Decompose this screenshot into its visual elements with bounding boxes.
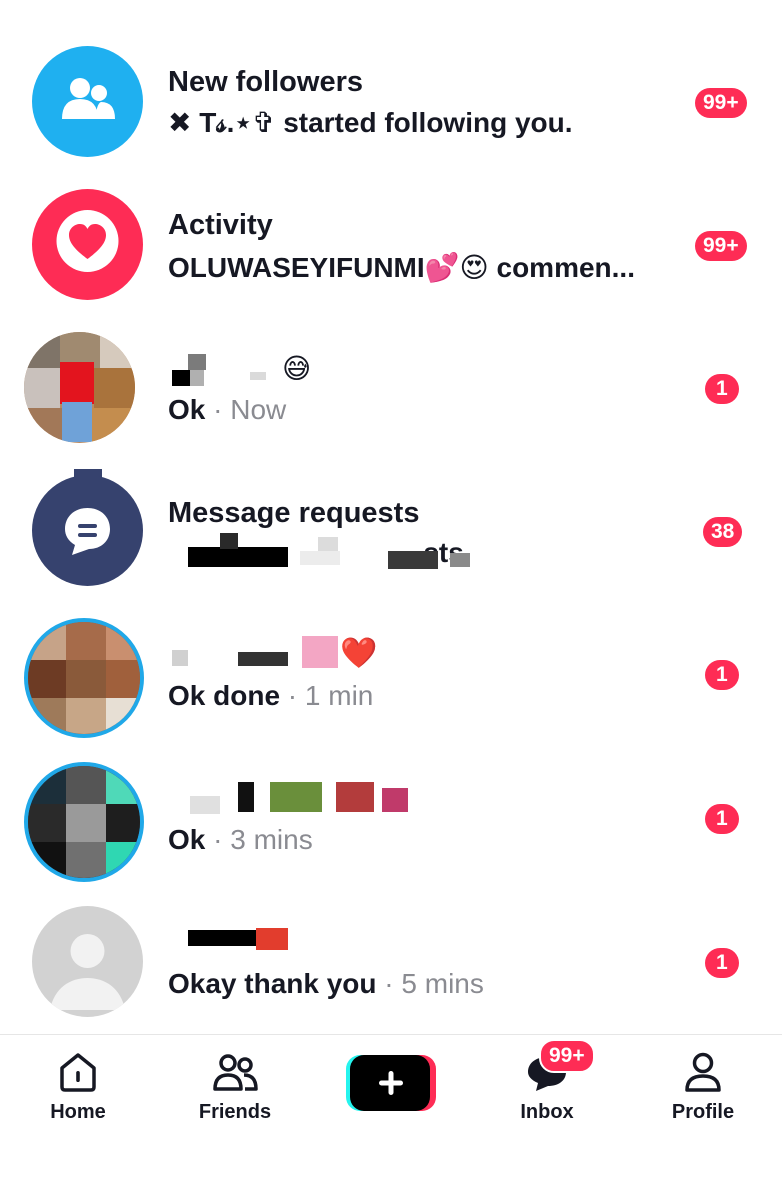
unread-badge: 1: [705, 948, 739, 978]
redacted-name: [256, 928, 288, 950]
message-text: Ok done: [168, 680, 281, 711]
redacted-subtitle: [388, 551, 438, 569]
redacted-name: [188, 354, 206, 370]
nav-friends-label: Friends: [198, 1101, 272, 1123]
message-requests-avatar: [32, 475, 143, 586]
new-followers-avatar: [32, 46, 143, 157]
message-text: Ok: [168, 394, 206, 425]
default-avatar: [32, 906, 143, 1017]
separator: ·: [287, 680, 298, 711]
row-title: Activity: [168, 209, 273, 241]
profile-icon: [685, 1052, 721, 1092]
separator: ·: [384, 968, 394, 999]
redacted-name: [172, 370, 190, 386]
redacted-name: [188, 930, 260, 946]
unread-badge: 1: [705, 804, 739, 834]
chat-avatar: [24, 618, 144, 738]
redacted-name: [190, 796, 220, 814]
create-button-shape: [346, 1055, 436, 1111]
plus-icon: [379, 1071, 403, 1095]
redacted-name: [382, 788, 408, 812]
chat-bubble-icon: [65, 508, 110, 555]
chat-row[interactable]: Ok · 3 mins 1: [0, 762, 782, 905]
heart-icon: [56, 210, 119, 272]
redacted-subtitle: [300, 551, 340, 565]
redacted-name: [238, 652, 288, 666]
nav-home[interactable]: Home: [18, 1049, 138, 1124]
redacted-subtitle: [318, 537, 338, 551]
separator: ·: [213, 394, 223, 425]
unread-badge: 99+: [695, 231, 747, 261]
redacted-name: [302, 636, 338, 668]
message-time: Now: [230, 394, 287, 425]
redacted-name: [250, 372, 266, 380]
message-preview: Ok done · 1 min: [168, 680, 373, 712]
message-time: 3 mins: [230, 824, 313, 855]
redacted-subtitle: [188, 547, 288, 567]
activity-avatar: [32, 189, 143, 300]
redacted-name: [190, 370, 204, 386]
message-preview: Ok · 3 mins: [168, 824, 313, 856]
unread-badge: 99+: [695, 88, 747, 118]
row-title: Message requests: [168, 497, 420, 529]
nav-inbox[interactable]: 99+ Inbox: [487, 1039, 607, 1124]
message-time: 5 mins: [401, 968, 484, 999]
message-text: Ok: [168, 824, 206, 855]
message-text: Okay thank you: [168, 968, 377, 999]
row-subtitle: OLUWASEYIFUNMI💕😍 commen...: [168, 252, 635, 283]
nav-friends[interactable]: Friends: [175, 1049, 295, 1124]
chat-avatar: [24, 762, 144, 882]
home-icon: [60, 1053, 96, 1092]
unread-badge: 1: [705, 660, 739, 690]
friends-icon: [213, 1054, 258, 1091]
new-followers-row[interactable]: New followers ✖ T𝓈.⋆✞ started following …: [0, 46, 782, 189]
chat-row[interactable]: 😅 Ok · Now 1: [0, 332, 782, 475]
unread-badge: 38: [703, 517, 743, 547]
people-icon: [62, 78, 115, 119]
nav-home-label: Home: [50, 1101, 106, 1123]
name-emoji: ❤️: [340, 637, 378, 670]
chat-avatar: [24, 332, 135, 443]
nav-profile-label: Profile: [671, 1101, 735, 1123]
name-emoji: 😅: [282, 353, 312, 384]
message-requests-row[interactable]: Message requests ...sts 38: [0, 469, 782, 618]
redacted-name: [172, 650, 188, 666]
inbox-badge: 99+: [539, 1039, 595, 1073]
default-avatar-icon: [50, 934, 125, 1010]
message-time: 1 min: [304, 680, 374, 711]
activity-row[interactable]: Activity OLUWASEYIFUNMI💕😍 commen... 99+: [0, 189, 782, 332]
redacted-subtitle: [220, 533, 238, 549]
redacted-name: [238, 782, 254, 812]
bottom-nav: Home Friends 99+ Inbox Profile: [0, 1034, 782, 1201]
row-title: New followers: [168, 66, 363, 98]
separator: ·: [213, 824, 223, 855]
redacted-subtitle: [450, 553, 470, 567]
nav-profile[interactable]: Profile: [643, 1049, 763, 1124]
redacted-name: [270, 782, 322, 812]
row-subtitle: ✖ T𝓈.⋆✞ started following you.: [168, 107, 573, 138]
chat-row[interactable]: Okay thank you · 5 mins 1: [0, 906, 782, 1049]
unread-badge: 1: [705, 374, 739, 404]
message-preview: Okay thank you · 5 mins: [168, 968, 484, 1000]
chat-row[interactable]: ❤️ Ok done · 1 min 1: [0, 618, 782, 761]
message-preview: Ok · Now: [168, 394, 286, 426]
redacted-name: [336, 782, 374, 812]
create-button[interactable]: [331, 1055, 451, 1111]
nav-inbox-label: Inbox: [520, 1101, 574, 1123]
